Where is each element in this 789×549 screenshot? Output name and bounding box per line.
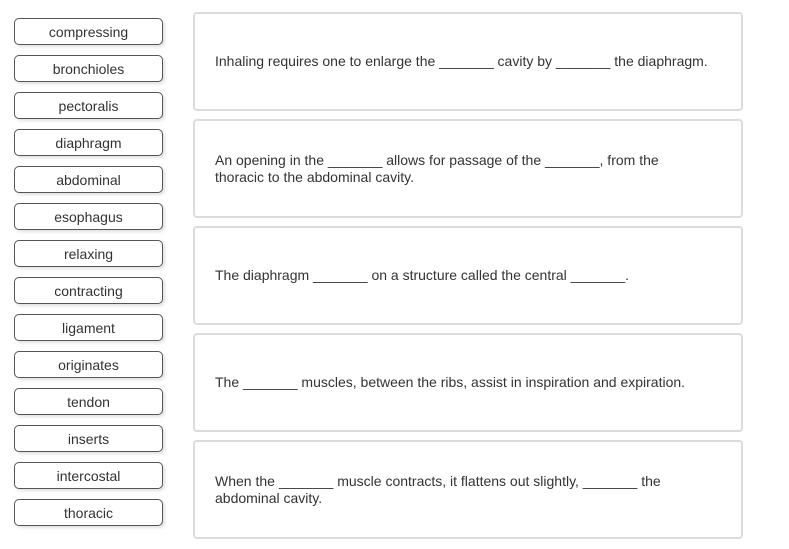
word-tile-tendon[interactable]: tendon (14, 388, 163, 415)
statement-drop-target[interactable]: The diaphragm _______ on a structure cal… (193, 226, 743, 325)
word-tile-ligament[interactable]: ligament (14, 314, 163, 341)
word-tile-esophagus[interactable]: esophagus (14, 203, 163, 230)
word-tile-abdominal[interactable]: abdominal (14, 166, 163, 193)
statement-text: An opening in the _______ allows for pas… (215, 151, 659, 185)
statement-drop-target[interactable]: When the _______ muscle contracts, it fl… (193, 440, 743, 539)
statement-drop-target[interactable]: Inhaling requires one to enlarge the ___… (193, 12, 743, 111)
word-tile-contracting[interactable]: contracting (14, 277, 163, 304)
statement-list: Inhaling requires one to enlarge the ___… (193, 12, 743, 547)
word-tile-inserts[interactable]: inserts (14, 425, 163, 452)
statement-drop-target[interactable]: An opening in the _______ allows for pas… (193, 119, 743, 218)
word-tile-pectoralis[interactable]: pectoralis (14, 92, 163, 119)
word-tile-intercostal[interactable]: intercostal (14, 462, 163, 489)
word-tile-diaphragm[interactable]: diaphragm (14, 129, 163, 156)
word-bank: compressing bronchioles pectoralis diaph… (14, 18, 164, 536)
word-tile-thoracic[interactable]: thoracic (14, 499, 163, 526)
word-tile-compressing[interactable]: compressing (14, 18, 163, 45)
statement-text: The diaphragm _______ on a structure cal… (215, 267, 630, 283)
word-tile-originates[interactable]: originates (14, 351, 163, 378)
statement-drop-target[interactable]: The _______ muscles, between the ribs, a… (193, 333, 743, 432)
statement-text: When the _______ muscle contracts, it fl… (215, 472, 661, 506)
statement-text: The _______ muscles, between the ribs, a… (215, 374, 686, 390)
matching-exercise: compressing bronchioles pectoralis diaph… (0, 0, 789, 549)
word-tile-relaxing[interactable]: relaxing (14, 240, 163, 267)
word-tile-bronchioles[interactable]: bronchioles (14, 55, 163, 82)
statement-text: Inhaling requires one to enlarge the ___… (215, 53, 708, 69)
